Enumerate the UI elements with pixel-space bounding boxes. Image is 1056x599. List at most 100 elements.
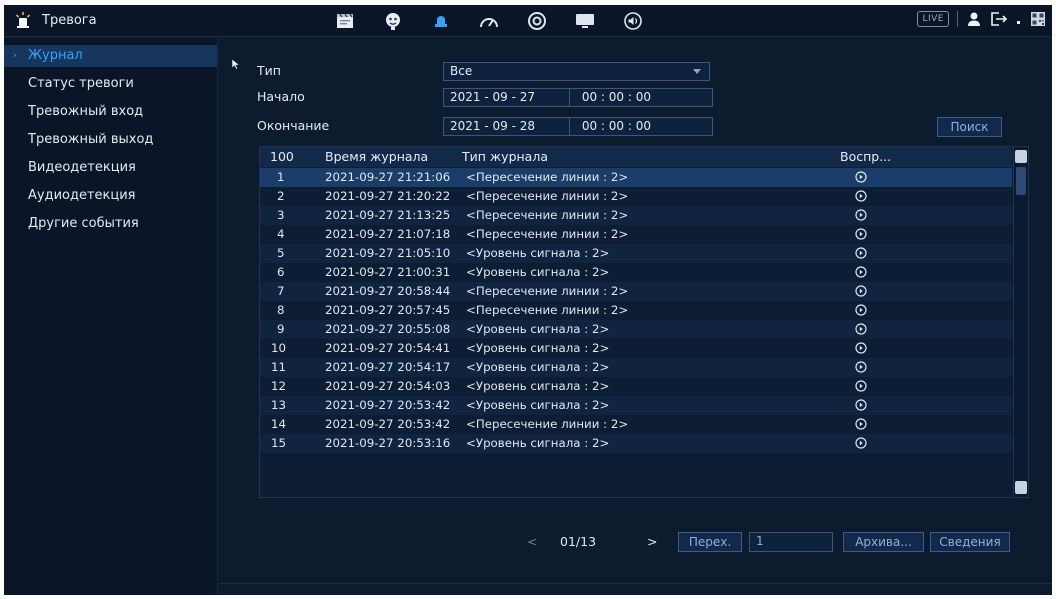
play-icon[interactable] — [855, 380, 867, 392]
table-row[interactable]: 8 2021-09-27 20:57:45 <Пересечение линии :… — [260, 301, 1012, 320]
sidebar-item-journal[interactable]: › Журнал — [4, 45, 217, 67]
logout-icon[interactable] — [990, 11, 1008, 27]
play-icon[interactable] — [855, 304, 867, 316]
chevron-down-icon[interactable] — [1016, 11, 1022, 27]
sidebar-item-alarm-output[interactable]: Тревожный выход — [4, 127, 217, 153]
page-indicator: 01/13 — [560, 534, 597, 549]
table-row[interactable]: 7 2021-09-27 20:58:44 <Пересечение линии :… — [260, 282, 1012, 301]
row-number: 15 — [271, 436, 287, 450]
table-row[interactable]: 2 2021-09-27 21:20:22 <Пересечение линии :… — [260, 187, 1012, 206]
play-icon[interactable] — [855, 285, 867, 297]
end-time[interactable]: 00 : 00 : 00 — [574, 118, 651, 135]
table-row[interactable]: 12 2021-09-27 20:54:03 <Уровень сигнала : … — [260, 377, 1012, 396]
play-icon[interactable] — [855, 418, 867, 430]
sidebar-item-video-detection[interactable]: Видеодетекция — [4, 155, 217, 181]
next-page-button[interactable]: > — [647, 534, 657, 549]
header-play: Воспр... — [840, 149, 892, 164]
monitor-icon[interactable] — [574, 10, 596, 32]
chevron-right-icon: › — [13, 51, 17, 61]
user-icon[interactable] — [966, 11, 982, 27]
table-row[interactable]: 1 2021-09-27 21:21:06 <Пересечение линии :… — [260, 168, 1012, 187]
play-icon[interactable] — [855, 361, 867, 373]
table-row[interactable]: 6 2021-09-27 21:00:31 <Уровень сигнала : 2… — [260, 263, 1012, 282]
start-date[interactable]: 2021 - 09 - 27 — [450, 89, 570, 106]
sidebar-item-label: Журнал — [28, 48, 83, 63]
table-row[interactable]: 14 2021-09-27 20:53:42 <Пересечение линии … — [260, 415, 1012, 434]
type-select[interactable]: Все — [443, 62, 710, 81]
row-number: 2 — [277, 189, 285, 203]
table-header: 100 Время журнала Тип журнала Воспр... — [260, 147, 1012, 167]
sidebar-item-label: Тревожный вход — [28, 104, 144, 119]
sidebar-item-other-events[interactable]: Другие события — [4, 211, 217, 237]
row-type: <Пересечение линии : 2> — [466, 170, 629, 184]
sidebar-item-label: Тревожный выход — [28, 132, 154, 147]
alarm-light-icon[interactable] — [430, 10, 452, 32]
row-type: <Пересечение линии : 2> — [466, 189, 629, 203]
clapper-icon[interactable] — [334, 10, 356, 32]
header-time[interactable]: Время журнала — [325, 149, 428, 164]
header-type[interactable]: Тип журнала — [462, 149, 548, 164]
table-scrollbar[interactable] — [1013, 147, 1028, 497]
play-icon[interactable] — [855, 247, 867, 259]
speaker-icon[interactable] — [622, 10, 644, 32]
play-icon[interactable] — [855, 209, 867, 221]
scroll-thumb[interactable] — [1016, 167, 1026, 195]
row-type: <Уровень сигнала : 2> — [466, 322, 610, 336]
go-to-page-button[interactable]: Перех. — [678, 532, 742, 552]
table-row[interactable]: 11 2021-09-27 20:54:17 <Уровень сигнала : … — [260, 358, 1012, 377]
play-icon[interactable] — [855, 190, 867, 202]
disc-icon[interactable] — [526, 10, 548, 32]
start-datetime-field[interactable]: 2021 - 09 - 27 00 : 00 : 00 — [443, 88, 713, 107]
header-count: 100 — [270, 149, 294, 164]
row-number: 13 — [271, 398, 287, 412]
sidebar-item-audio-detection[interactable]: Аудиодетекция — [4, 183, 217, 209]
play-icon[interactable] — [855, 171, 867, 183]
table-row[interactable]: 3 2021-09-27 21:13:25 <Пересечение линии :… — [260, 206, 1012, 225]
sidebar-item-label: Другие события — [28, 216, 139, 231]
table-row[interactable]: 15 2021-09-27 20:53:16 <Уровень сигнала : … — [260, 434, 1012, 453]
type-label: Тип — [257, 63, 281, 78]
play-icon[interactable] — [855, 323, 867, 335]
scroll-up-button[interactable] — [1015, 150, 1027, 163]
row-number: 12 — [271, 379, 287, 393]
sidebar-item-label: Видеодетекция — [28, 160, 136, 175]
play-icon[interactable] — [855, 266, 867, 278]
table-row[interactable]: 5 2021-09-27 21:05:10 <Уровень сигнала : 2… — [260, 244, 1012, 263]
table-row[interactable]: 10 2021-09-27 20:54:41 <Уровень сигнала : … — [260, 339, 1012, 358]
face-icon[interactable] — [382, 10, 404, 32]
end-date[interactable]: 2021 - 09 - 28 — [450, 118, 570, 135]
start-time[interactable]: 00 : 00 : 00 — [574, 89, 651, 106]
row-type: <Уровень сигнала : 2> — [466, 398, 610, 412]
gauge-icon[interactable] — [478, 10, 500, 32]
table-row[interactable]: 13 2021-09-27 20:53:42 <Уровень сигнала : … — [260, 396, 1012, 415]
play-icon[interactable] — [855, 228, 867, 240]
row-time: 2021-09-27 20:57:45 — [325, 303, 451, 317]
prev-page-button[interactable]: < — [527, 534, 537, 549]
log-table: 100 Время журнала Тип журнала Воспр... 1… — [259, 146, 1029, 498]
details-button[interactable]: Сведения — [930, 532, 1010, 552]
sidebar-item-alarm-status[interactable]: Статус тревоги — [4, 71, 217, 97]
end-datetime-field[interactable]: 2021 - 09 - 28 00 : 00 : 00 — [443, 117, 713, 136]
page-number-input[interactable]: 1 — [749, 532, 833, 552]
row-type: <Уровень сигнала : 2> — [466, 360, 610, 374]
search-button[interactable]: Поиск — [937, 117, 1002, 137]
table-row[interactable]: 9 2021-09-27 20:55:08 <Уровень сигнала : 2… — [260, 320, 1012, 339]
row-time: 2021-09-27 20:53:42 — [325, 417, 451, 431]
row-number: 6 — [277, 265, 285, 279]
page-title: Тревога — [42, 12, 97, 28]
scroll-down-button[interactable] — [1015, 481, 1027, 494]
sidebar-item-alarm-input[interactable]: Тревожный вход — [4, 99, 217, 125]
live-button[interactable]: LIVE — [917, 11, 949, 27]
row-number: 5 — [277, 246, 285, 260]
qr-code-icon[interactable] — [1030, 11, 1046, 27]
table-row[interactable]: 4 2021-09-27 21:07:18 <Пересечение линии :… — [260, 225, 1012, 244]
row-time: 2021-09-27 20:54:17 — [325, 360, 451, 374]
alarm-light-icon — [14, 11, 32, 29]
archive-button[interactable]: Архива... — [843, 532, 924, 552]
row-number: 1 — [277, 170, 285, 184]
play-icon[interactable] — [855, 342, 867, 354]
row-time: 2021-09-27 21:20:22 — [325, 189, 451, 203]
start-label: Начало — [257, 89, 305, 104]
play-icon[interactable] — [855, 399, 867, 411]
play-icon[interactable] — [855, 437, 867, 449]
